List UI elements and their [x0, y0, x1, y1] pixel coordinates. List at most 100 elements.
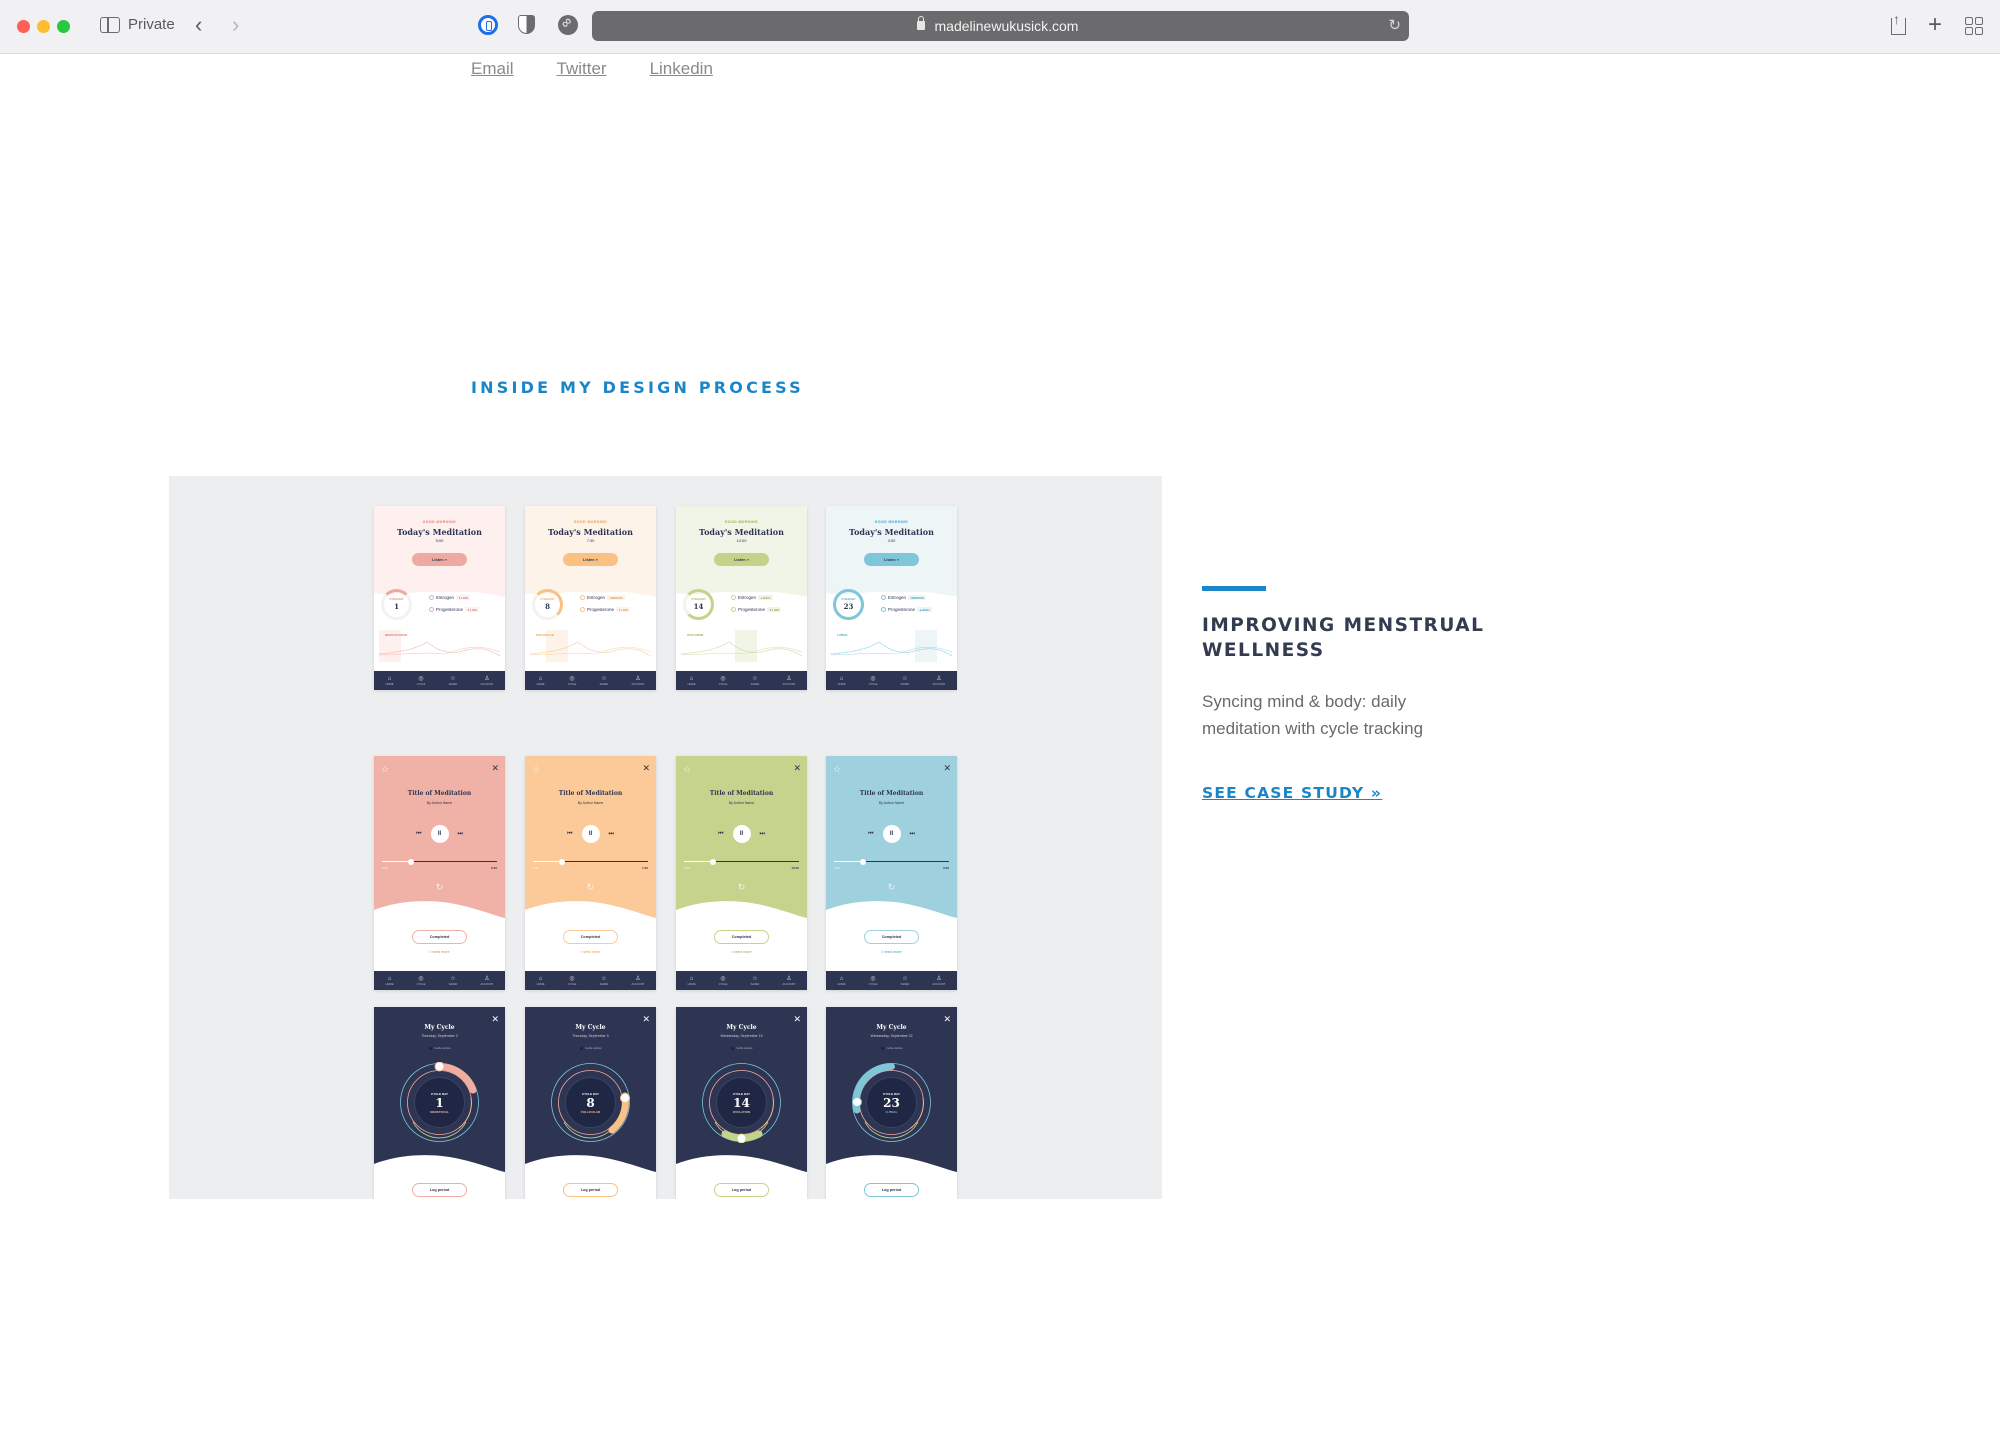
- listen-button[interactable]: Listen »: [563, 553, 618, 566]
- progress-slider[interactable]: [684, 858, 799, 865]
- nav-item-account[interactable]: ♙ ACCOUNT: [632, 676, 645, 686]
- share-icon[interactable]: [1891, 6, 1906, 35]
- progress-slider[interactable]: [533, 858, 648, 865]
- nav-item-saved[interactable]: ☆ SAVED: [751, 976, 760, 986]
- nav-item-home[interactable]: ⌂ HOME: [688, 976, 696, 986]
- nav-item-cycle[interactable]: ◎ CYCLE: [719, 976, 728, 986]
- skip-back-icon[interactable]: ⏮: [416, 831, 421, 838]
- nav-item-cycle[interactable]: ◎ CYCLE: [417, 676, 426, 686]
- sidebar-icon[interactable]: [100, 17, 120, 33]
- pause-button[interactable]: II: [882, 825, 901, 843]
- tab-overview-icon[interactable]: [1965, 17, 1983, 35]
- completed-button[interactable]: Completed: [563, 930, 618, 944]
- progress-slider[interactable]: [382, 858, 497, 865]
- password-manager-icon[interactable]: [478, 15, 498, 35]
- project-image[interactable]: GOOD MORNING Today's Meditation 5:00 Listen…: [169, 476, 1162, 1199]
- twitter-link[interactable]: Twitter: [557, 59, 607, 79]
- nav-item-cycle[interactable]: ◎ CYCLE: [417, 976, 426, 986]
- star-icon[interactable]: ☆: [532, 764, 540, 775]
- star-icon[interactable]: ☆: [683, 764, 691, 775]
- replay-icon[interactable]: ↻: [826, 882, 957, 893]
- linkedin-link[interactable]: Linkedin: [650, 59, 713, 79]
- info-icon[interactable]: [881, 595, 886, 600]
- see-case-study-link[interactable]: SEE CASE STUDY »: [1202, 784, 1382, 802]
- nav-item-cycle[interactable]: ◎ CYCLE: [719, 676, 728, 686]
- nav-item-cycle[interactable]: ◎ CYCLE: [869, 676, 878, 686]
- progress-knob[interactable]: [859, 858, 866, 865]
- replay-icon[interactable]: ↻: [374, 882, 505, 893]
- reload-icon[interactable]: ↻: [1388, 16, 1401, 34]
- nav-item-saved[interactable]: ☆ SAVED: [901, 676, 910, 686]
- address-bar[interactable]: madelinewukusick.com ↻: [592, 11, 1409, 41]
- nav-item-saved[interactable]: ☆ SAVED: [449, 676, 458, 686]
- forward-icon[interactable]: ›: [232, 12, 239, 38]
- need-more-link[interactable]: I need more: [525, 950, 656, 954]
- replay-icon[interactable]: ↻: [676, 882, 807, 893]
- nav-item-saved[interactable]: ☆ SAVED: [600, 676, 609, 686]
- nav-item-account[interactable]: ♙ ACCOUNT: [783, 676, 796, 686]
- skip-forward-icon[interactable]: ⏭: [609, 831, 614, 838]
- url-text[interactable]: madelinewukusick.com: [592, 18, 1409, 34]
- pause-button[interactable]: II: [430, 825, 449, 843]
- skip-back-icon[interactable]: ⏮: [868, 831, 873, 838]
- pause-button[interactable]: II: [581, 825, 600, 843]
- link-icon[interactable]: [558, 15, 578, 35]
- nav-item-saved[interactable]: ☆ SAVED: [901, 976, 910, 986]
- skip-forward-icon[interactable]: ⏭: [458, 831, 463, 838]
- need-more-link[interactable]: I need more: [676, 950, 807, 954]
- new-tab-icon[interactable]: +: [1928, 12, 1942, 38]
- privacy-shield-icon[interactable]: [518, 15, 535, 34]
- completed-button[interactable]: Completed: [714, 930, 769, 944]
- email-link[interactable]: Email: [471, 59, 514, 79]
- info-icon[interactable]: [731, 595, 736, 600]
- nav-item-cycle[interactable]: ◎ CYCLE: [568, 676, 577, 686]
- info-icon[interactable]: [580, 595, 585, 600]
- progress-knob[interactable]: [558, 858, 565, 865]
- nav-item-cycle[interactable]: ◎ CYCLE: [869, 976, 878, 986]
- star-icon[interactable]: ☆: [833, 764, 841, 775]
- star-icon[interactable]: ☆: [381, 764, 389, 775]
- replay-icon[interactable]: ↻: [525, 882, 656, 893]
- need-more-link[interactable]: I need more: [826, 950, 957, 954]
- nav-item-cycle[interactable]: ◎ CYCLE: [568, 976, 577, 986]
- nav-item-account[interactable]: ♙ ACCOUNT: [481, 676, 494, 686]
- log-period-button[interactable]: Log period: [412, 1183, 467, 1197]
- completed-button[interactable]: Completed: [412, 930, 467, 944]
- nav-item-saved[interactable]: ☆ SAVED: [751, 676, 760, 686]
- nav-item-home[interactable]: ⌂ HOME: [537, 676, 545, 686]
- cycle-wheel[interactable]: CYCLE DAY 8 FOLLICULAR: [550, 1062, 631, 1143]
- back-icon[interactable]: ‹: [195, 12, 202, 38]
- nav-item-home[interactable]: ⌂ HOME: [386, 676, 394, 686]
- zoom-window-button[interactable]: [57, 20, 70, 33]
- nav-item-home[interactable]: ⌂ HOME: [838, 976, 846, 986]
- progress-knob[interactable]: [709, 858, 716, 865]
- close-icon[interactable]: ✕: [793, 763, 801, 774]
- nav-item-account[interactable]: ♙ ACCOUNT: [783, 976, 796, 986]
- nav-item-home[interactable]: ⌂ HOME: [838, 676, 846, 686]
- cycle-wheel[interactable]: CYCLE DAY 23 LUTEAL: [851, 1062, 932, 1143]
- close-icon[interactable]: ✕: [491, 763, 499, 774]
- info-icon[interactable]: [580, 607, 585, 612]
- minimize-window-button[interactable]: [37, 20, 50, 33]
- completed-button[interactable]: Completed: [864, 930, 919, 944]
- close-window-button[interactable]: [17, 20, 30, 33]
- info-icon[interactable]: [429, 607, 434, 612]
- log-period-button[interactable]: Log period: [864, 1183, 919, 1197]
- skip-back-icon[interactable]: ⏮: [567, 831, 572, 838]
- nav-item-account[interactable]: ♙ ACCOUNT: [481, 976, 494, 986]
- listen-button[interactable]: Listen »: [714, 553, 769, 566]
- log-period-button[interactable]: Log period: [714, 1183, 769, 1197]
- nav-item-saved[interactable]: ☆ SAVED: [449, 976, 458, 986]
- listen-button[interactable]: Listen »: [864, 553, 919, 566]
- nav-item-account[interactable]: ♙ ACCOUNT: [933, 976, 946, 986]
- pause-button[interactable]: II: [732, 825, 751, 843]
- nav-item-home[interactable]: ⌂ HOME: [386, 976, 394, 986]
- info-icon[interactable]: [429, 595, 434, 600]
- cycle-wheel[interactable]: CYCLE DAY 1 MENSTRUAL: [399, 1061, 480, 1143]
- skip-forward-icon[interactable]: ⏭: [910, 831, 915, 838]
- info-icon[interactable]: [881, 607, 886, 612]
- info-icon[interactable]: [731, 607, 736, 612]
- close-icon[interactable]: ✕: [943, 763, 951, 774]
- nav-item-saved[interactable]: ☆ SAVED: [600, 976, 609, 986]
- log-period-button[interactable]: Log period: [563, 1183, 618, 1197]
